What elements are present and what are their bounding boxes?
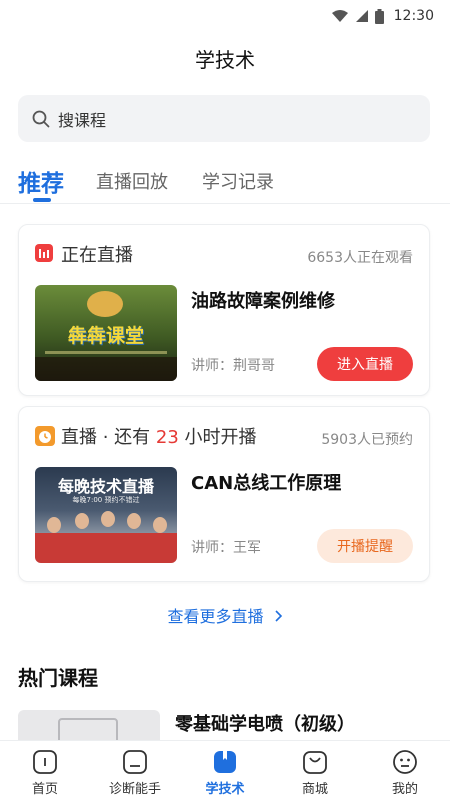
person-head — [47, 517, 61, 533]
status-bar: 12:30 — [0, 0, 450, 34]
tabbar-home[interactable]: 首页 — [0, 741, 90, 800]
enter-live-button[interactable]: 进入直播 — [317, 347, 413, 381]
thumb-title: 每晚技术直播 — [57, 477, 154, 496]
tabbar-learn[interactable]: 学技术 — [180, 741, 270, 800]
tabbar-diagnose[interactable]: 诊断能手 — [90, 741, 180, 800]
live-course-title[interactable]: 油路故障案例维修 — [191, 287, 335, 313]
live-bars-icon — [35, 244, 53, 262]
mascot-figure — [87, 291, 123, 317]
upcoming-course-thumbnail[interactable]: 每晚技术直播 每晚7:00 预约不错过 — [35, 467, 177, 563]
thumb-audience — [35, 357, 177, 381]
shop-bag-icon — [303, 751, 327, 774]
diagnose-icon — [123, 750, 147, 774]
upcoming-course-title[interactable]: CAN总线工作原理 — [191, 469, 341, 495]
tabbar-home-label: 首页 — [31, 782, 58, 797]
search-placeholder: 搜课程 — [58, 110, 107, 130]
status-icons: 12:30 — [331, 8, 434, 24]
hot-courses-title: 热门课程 — [18, 666, 98, 690]
status-time: 12:30 — [393, 8, 434, 24]
book-icon — [214, 751, 236, 773]
upcoming-live-card[interactable]: 直播 · 还有 23 小时开播 5903人已预约 每晚技术直播 每晚7:00 预… — [18, 406, 430, 582]
tabbar-mine-label: 我的 — [391, 782, 418, 797]
upcoming-status-suffix: 小时开播 — [184, 427, 257, 448]
thumb-divider — [45, 351, 167, 354]
signal-icon — [355, 10, 368, 22]
live-reminder-button[interactable]: 开播提醒 — [317, 529, 413, 563]
tab-indicator — [33, 198, 51, 202]
home-icon — [33, 750, 57, 774]
tab-live-replay[interactable]: 直播回放 — [96, 168, 168, 194]
live-status: 正在直播 — [61, 245, 133, 266]
person-head — [101, 511, 115, 527]
tabbar-shop[interactable]: 商城 — [270, 741, 360, 800]
person-head — [127, 513, 141, 529]
more-live-link[interactable]: 查看更多直播 — [0, 603, 450, 627]
wifi-icon — [331, 10, 348, 22]
upcoming-hours: 23 — [155, 427, 179, 448]
upcoming-teacher: 讲师：王军 — [191, 540, 261, 556]
person-head — [75, 513, 89, 529]
battery-icon — [374, 8, 384, 24]
live-teacher: 讲师：荆哥哥 — [191, 358, 275, 374]
tabbar-learn-label: 学技术 — [205, 782, 245, 797]
tabbar-shop-label: 商城 — [301, 782, 328, 797]
content-tabs: 推荐 直播回放 学习记录 — [0, 162, 450, 204]
chevron-right-icon — [274, 610, 282, 622]
tab-study-record[interactable]: 学习记录 — [202, 168, 274, 194]
thumb-subtitle: 每晚7:00 预约不错过 — [72, 496, 140, 504]
bottom-tab-bar: 首页 诊断能手 学技术 商城 我的 — [0, 740, 450, 800]
search-icon — [32, 110, 50, 127]
more-live-label: 查看更多直播 — [167, 607, 264, 626]
live-viewers: 6653人正在观看 — [307, 250, 413, 266]
alarm-clock-icon — [35, 426, 55, 446]
tab-recommend[interactable]: 推荐 — [18, 164, 64, 198]
tabbar-mine[interactable]: 我的 — [360, 741, 450, 800]
live-thumb-text: 犇犇课堂 — [67, 325, 144, 347]
upcoming-status: 直播 · 还有 23 小时开播 — [61, 423, 257, 449]
tabbar-diagnose-label: 诊断能手 — [108, 782, 161, 797]
upcoming-status-prefix: 直播 · 还有 — [61, 427, 151, 448]
upcoming-reservations: 5903人已预约 — [321, 432, 413, 448]
page-title: 学技术 — [195, 48, 255, 72]
hot-course-title[interactable]: 零基础学电喷（初级） — [175, 710, 355, 736]
person-head — [153, 517, 167, 533]
profile-icon — [393, 750, 417, 774]
live-course-thumbnail[interactable]: 犇犇课堂 — [35, 285, 177, 381]
search-input[interactable]: 搜课程 — [18, 95, 430, 142]
live-now-card[interactable]: 正在直播 6653人正在观看 犇犇课堂 油路故障案例维修 讲师：荆哥哥 进入直播 — [18, 224, 430, 396]
thumb-people — [35, 533, 177, 563]
